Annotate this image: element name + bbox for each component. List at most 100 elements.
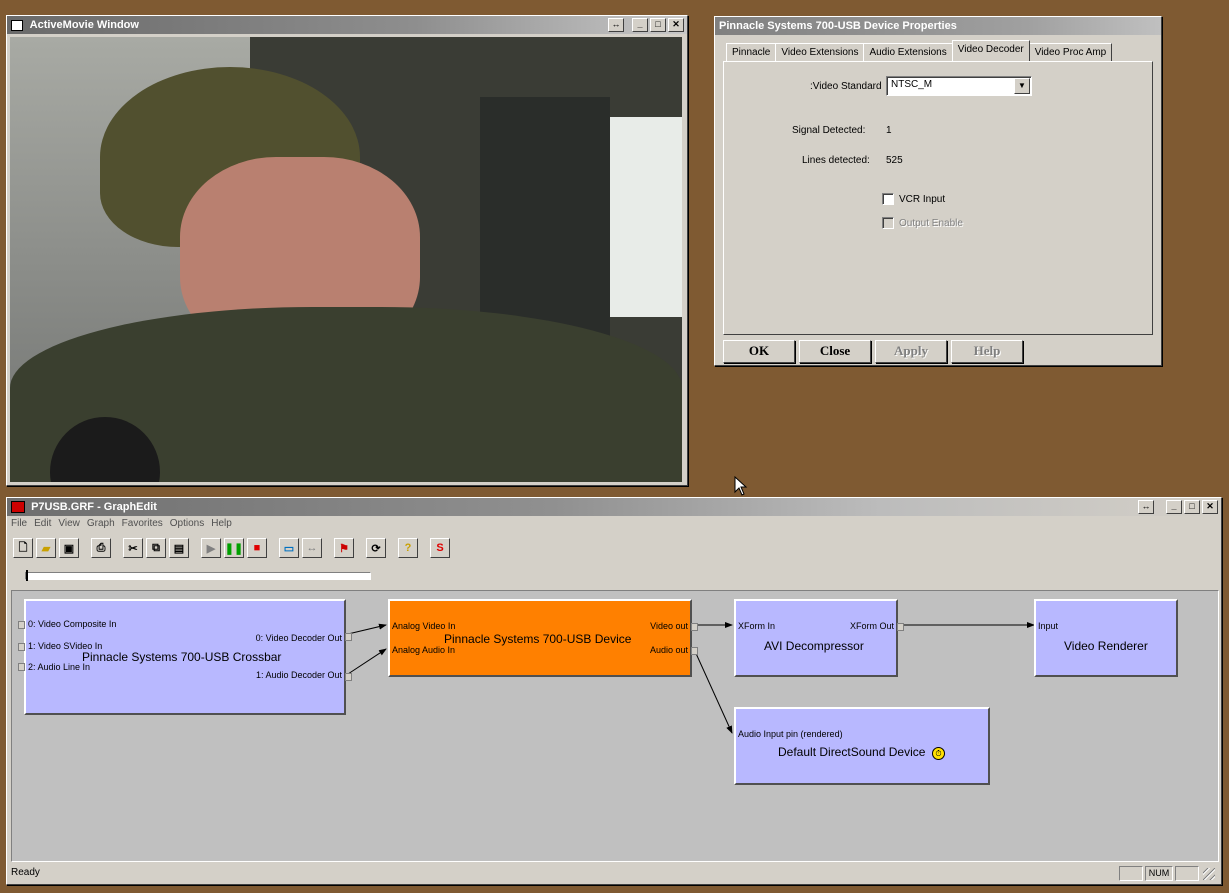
open-icon[interactable]: ▰	[36, 538, 56, 558]
pin-audio-input-rendered[interactable]: Audio Input pin (rendered)	[738, 729, 843, 739]
menu-file[interactable]: File	[11, 518, 27, 529]
pin-video-out[interactable]: Video out	[650, 621, 688, 631]
stop-icon[interactable]: ■	[247, 538, 267, 558]
graphedit-titlebar[interactable]: P7USB.GRF - GraphEdit ↔ _ □ ✕	[7, 498, 1221, 516]
directsound-filter[interactable]: Audio Input pin (rendered) Default Direc…	[734, 707, 990, 785]
tab-video-decoder[interactable]: Video Decoder	[951, 40, 1030, 61]
pin-xform-out[interactable]: XForm Out	[850, 621, 894, 631]
video-standard-select[interactable]: NTSC_M ▼	[886, 76, 1032, 96]
status-bar: Ready NUM	[7, 864, 1223, 882]
menu-view[interactable]: View	[58, 518, 80, 529]
minimize-button[interactable]: _	[632, 18, 648, 32]
pin-box[interactable]	[691, 647, 698, 655]
maximize-button[interactable]: □	[1184, 500, 1200, 514]
window-icon	[11, 19, 23, 31]
copy-icon[interactable]: ⧉	[146, 538, 166, 558]
video-standard-label: :Video Standard	[810, 81, 882, 92]
pin-input[interactable]: Input	[1038, 621, 1058, 631]
properties-title: Pinnacle Systems 700-USB Device Properti…	[719, 20, 957, 32]
video-renderer-name: Video Renderer	[1064, 639, 1148, 653]
seek-thumb[interactable]	[26, 570, 28, 581]
signal-detected-value: 1	[886, 125, 892, 136]
pin-box[interactable]	[345, 633, 352, 641]
output-enable-label: Output Enable	[899, 218, 963, 229]
pause-icon[interactable]: ❚❚	[224, 538, 244, 558]
pin-analog-audio-in[interactable]: Analog Audio In	[392, 645, 455, 655]
pin-box[interactable]	[18, 643, 25, 651]
lines-detected-label: Lines detected:	[802, 155, 870, 166]
save-icon[interactable]: ▣	[59, 538, 79, 558]
pin-audio-out[interactable]: Audio out	[650, 645, 688, 655]
pin-box[interactable]	[18, 663, 25, 671]
graph-canvas[interactable]: 0: Video Composite In 1: Video SVideo In…	[11, 590, 1219, 862]
pin-audio-line-in[interactable]: 2: Audio Line In	[28, 662, 90, 672]
output-enable-checkbox[interactable]	[882, 217, 894, 229]
vcr-input-checkbox[interactable]	[882, 193, 894, 205]
crossbar-filter-name: Pinnacle Systems 700-USB Crossbar	[82, 650, 282, 664]
num-lock-indicator: NUM	[1145, 866, 1173, 881]
capture-device-filter-name: Pinnacle Systems 700-USB Device	[444, 632, 632, 646]
pin-box[interactable]	[18, 621, 25, 629]
tab-pinnacle[interactable]: Pinnacle	[726, 43, 777, 61]
activemovie-window[interactable]: ActiveMovie Window ↔ _ □ ✕	[6, 15, 688, 486]
play-icon[interactable]: ▶	[201, 538, 221, 558]
video-renderer-filter[interactable]: Input Video Renderer	[1034, 599, 1178, 677]
pin-box[interactable]	[345, 673, 352, 681]
signal-detected-label: Signal Detected:	[792, 125, 866, 136]
lines-detected-value: 525	[886, 155, 903, 166]
pin-xform-in[interactable]: XForm In	[738, 621, 775, 631]
resize-icon[interactable]: ↔	[608, 18, 624, 32]
pin-audio-decoder-out[interactable]: 1: Audio Decoder Out	[256, 670, 342, 680]
menu-graph[interactable]: Graph	[87, 518, 115, 529]
connect-icon[interactable]: ▭	[279, 538, 299, 558]
dropdown-arrow-icon[interactable]: ▼	[1014, 78, 1030, 94]
pin-video-decoder-out[interactable]: 0: Video Decoder Out	[256, 633, 342, 643]
activemovie-title: ActiveMovie Window	[29, 19, 139, 31]
menu-options[interactable]: Options	[170, 518, 204, 529]
ok-button[interactable]: OK	[723, 340, 795, 363]
mouse-cursor-icon	[734, 476, 748, 496]
menu-bar: File Edit View Graph Favorites Options H…	[11, 518, 232, 529]
s-icon[interactable]: S	[430, 538, 450, 558]
print-icon[interactable]: ⎙	[91, 538, 111, 558]
close-dialog-button[interactable]: Close	[799, 340, 871, 363]
refresh-icon[interactable]: ⟳	[366, 538, 386, 558]
help-button[interactable]: Help	[951, 340, 1023, 363]
tab-video-proc-amp[interactable]: Video Proc Amp	[1028, 43, 1113, 61]
menu-favorites[interactable]: Favorites	[122, 518, 163, 529]
tab-audio-extensions[interactable]: Audio Extensions	[863, 43, 953, 61]
close-button[interactable]: ✕	[668, 18, 684, 32]
pin-box[interactable]	[691, 623, 698, 631]
menu-edit[interactable]: Edit	[34, 518, 51, 529]
seek-bar[interactable]	[25, 570, 371, 581]
paste-icon[interactable]: ▤	[169, 538, 189, 558]
filter-icon[interactable]: ⚑	[334, 538, 354, 558]
properties-titlebar[interactable]: Pinnacle Systems 700-USB Device Properti…	[715, 17, 1161, 35]
resize-grip-icon[interactable]	[1203, 868, 1215, 880]
video-decoder-panel: :Video Standard NTSC_M ▼ Signal Detected…	[723, 61, 1153, 335]
minimize-button[interactable]: _	[1166, 500, 1182, 514]
apply-button[interactable]: Apply	[875, 340, 947, 363]
crossbar-filter[interactable]: 0: Video Composite In 1: Video SVideo In…	[18, 599, 352, 715]
menu-help[interactable]: Help	[211, 518, 232, 529]
video-frame	[10, 37, 682, 482]
help-icon[interactable]: ?	[398, 538, 418, 558]
maximize-button[interactable]: □	[650, 18, 666, 32]
close-button[interactable]: ✕	[1202, 500, 1218, 514]
pin-box[interactable]	[897, 623, 904, 631]
properties-dialog[interactable]: Pinnacle Systems 700-USB Device Properti…	[714, 16, 1162, 366]
tab-video-extensions[interactable]: Video Extensions	[775, 43, 865, 61]
capture-device-filter[interactable]: Analog Video In Analog Audio In Video ou…	[388, 599, 698, 677]
pin-video-composite-in[interactable]: 0: Video Composite In	[28, 619, 116, 629]
new-icon[interactable]: 🗋	[13, 538, 33, 558]
status-text: Ready	[11, 867, 40, 878]
cut-icon[interactable]: ✂	[123, 538, 143, 558]
activemovie-titlebar[interactable]: ActiveMovie Window ↔ _ □ ✕	[7, 16, 687, 34]
pin-analog-video-in[interactable]: Analog Video In	[392, 621, 455, 631]
avi-decompressor-filter[interactable]: XForm In XForm Out AVI Decompressor	[734, 599, 904, 677]
graphedit-window[interactable]: P7USB.GRF - GraphEdit ↔ _ □ ✕ File Edit …	[6, 497, 1222, 885]
clock-icon: ⏱	[932, 747, 945, 760]
resize-icon[interactable]: ↔	[1138, 500, 1154, 514]
video-standard-value: NTSC_M	[891, 79, 933, 90]
disconnect-icon[interactable]: ↔	[302, 538, 322, 558]
